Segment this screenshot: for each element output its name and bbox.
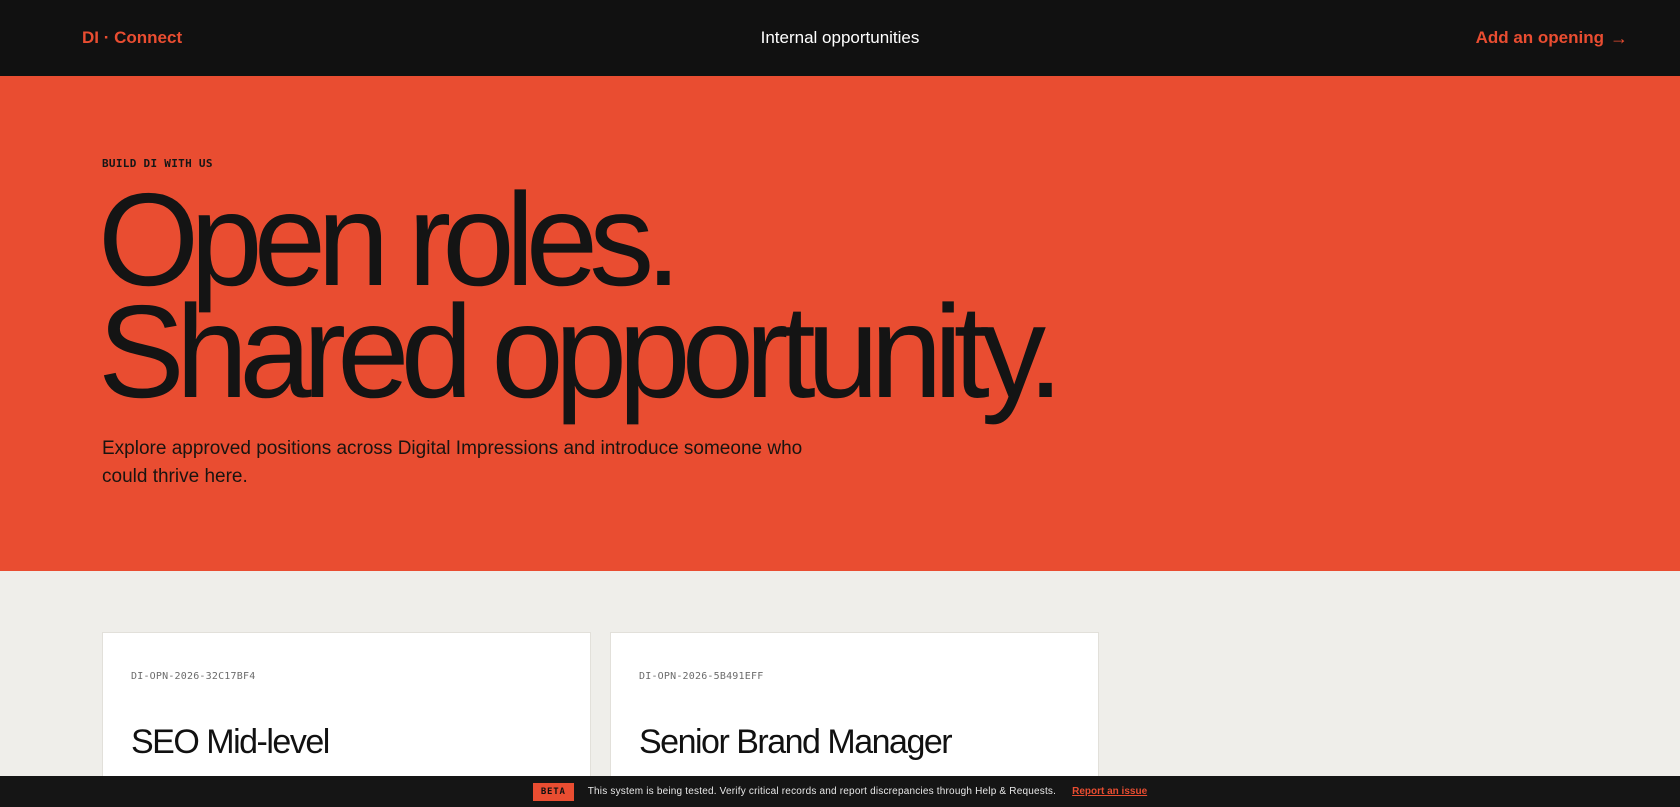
beta-banner: BETA This system is being tested. Verify… bbox=[0, 776, 1680, 807]
hero-headline: Open roles. Shared opportunity. bbox=[98, 174, 1064, 425]
opening-code: DI-OPN-2026-5B491EFF bbox=[639, 671, 764, 682]
top-navigation: DI · Connect Internal opportunities Add … bbox=[0, 0, 1680, 76]
nav-title: Internal opportunities bbox=[760, 28, 920, 47]
hero-subtitle: Explore approved positions across Digita… bbox=[102, 438, 803, 487]
arrow-right-icon: → bbox=[1610, 27, 1628, 48]
opening-title: SEO Mid-level bbox=[131, 723, 330, 761]
page: DI · Connect Internal opportunities Add … bbox=[0, 0, 1680, 807]
headline-line-2: Shared opportunity. bbox=[98, 278, 1064, 425]
add-opening-button[interactable]: Add an opening → bbox=[1476, 28, 1628, 49]
beta-badge: BETA bbox=[532, 782, 574, 801]
report-issue-link[interactable]: Report an issue bbox=[1072, 786, 1147, 797]
beta-message: This system is being tested. Verify crit… bbox=[587, 786, 1057, 797]
add-opening-label: Add an opening bbox=[1475, 28, 1604, 47]
brand-link[interactable]: DI · Connect bbox=[82, 28, 182, 48]
hero-section: BUILD DI WITH US Open roles. Shared oppo… bbox=[0, 76, 1680, 571]
opening-title: Senior Brand Manager bbox=[639, 723, 953, 761]
openings-list: DI-OPN-2026-32C17BF4 SEO Mid-level DI-OP… bbox=[0, 571, 1680, 807]
opening-code: DI-OPN-2026-32C17BF4 bbox=[131, 671, 256, 682]
